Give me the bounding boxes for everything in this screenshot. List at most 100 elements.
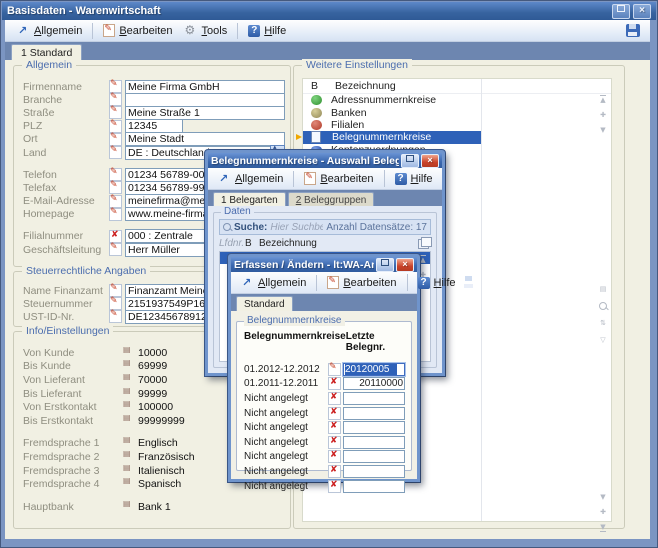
field-input[interactable]: 12345 [125, 119, 183, 133]
col-bezeichnung[interactable]: Bezeichnung [259, 238, 418, 249]
row-status-icon[interactable] [328, 407, 341, 420]
row-status-icon[interactable] [328, 465, 341, 478]
move-up-icon[interactable]: ✚ [600, 111, 606, 119]
letzte-belegnr-input[interactable] [343, 450, 405, 463]
period-label: Nicht angelegt [244, 437, 328, 448]
tree-row-label: Banken [331, 107, 367, 119]
save-icon[interactable] [626, 24, 640, 37]
info-label: Fremdsprache 3 [23, 465, 123, 477]
close-icon[interactable]: × [421, 154, 439, 168]
search-input[interactable]: Hier Suchbegriff [270, 222, 323, 233]
form-row: Ort Meine Stadt [23, 133, 285, 146]
col-lfdnr[interactable]: Lfdnr. [219, 238, 245, 249]
period-label: 01.2011-12.2011 [244, 378, 328, 389]
tree-row[interactable]: Belegnummernkreise [303, 131, 481, 143]
maximize-icon[interactable] [401, 154, 419, 168]
field-input[interactable]: 000 : Zentrale [125, 229, 213, 243]
col-letzte-belegnr: Letzte Belegnr. [346, 331, 404, 353]
field-input[interactable]: Meine Straße 1 [125, 106, 285, 120]
row-status-icon[interactable] [328, 392, 341, 405]
tree-row[interactable]: Filialen [303, 119, 481, 131]
letzte-belegnr-input[interactable] [343, 407, 405, 420]
row-status-icon[interactable] [328, 421, 341, 434]
field-status-icon[interactable] [109, 146, 122, 159]
close-icon[interactable]: × [396, 258, 414, 272]
tab-standard[interactable]: Standard [236, 296, 293, 311]
tree-row[interactable]: Banken [303, 106, 481, 118]
sort-icon[interactable]: ⇅ [600, 319, 606, 327]
tree-row[interactable]: Adressnummernkreise [303, 94, 481, 106]
menu-item[interactable]: Bearbeiten [97, 22, 178, 39]
row-status-icon[interactable] [328, 436, 341, 449]
menu-item[interactable]: Bearbeiten [298, 170, 384, 187]
field-status-icon[interactable] [109, 230, 122, 243]
field-input[interactable]: Finanzamt MeinerStadt [125, 284, 213, 298]
field-input[interactable]: 2151937549P1644 [125, 297, 213, 311]
letzte-belegnr-input[interactable] [343, 480, 405, 493]
menu-item[interactable]: Bearbeiten [321, 274, 407, 291]
info-value: Französisch [138, 451, 195, 463]
scroll-to-bottom-icon[interactable]: ▼ [600, 523, 605, 532]
field-label: Branche [23, 94, 109, 106]
letzte-belegnr-input[interactable] [343, 436, 405, 449]
field-status-icon[interactable] [109, 120, 122, 133]
letzte-belegnr-input[interactable] [343, 392, 405, 405]
menu-item[interactable]: Allgemein [212, 171, 294, 187]
field-status-icon[interactable] [109, 284, 122, 297]
letzte-belegnr-input[interactable]: 20110000 [343, 377, 405, 390]
field-input[interactable] [125, 93, 285, 107]
tab-belegarten[interactable]: 1 Belegarten [213, 192, 286, 207]
filter-icon[interactable]: ▽ [600, 336, 605, 344]
field-status-icon[interactable] [109, 93, 122, 106]
field-label: Homepage [23, 208, 109, 220]
menu-item[interactable]: Allgemein [11, 23, 93, 39]
tree-col-bezeichnung: Bezeichnung [335, 80, 396, 92]
row-status-icon[interactable] [328, 480, 341, 493]
menu-item[interactable]: Tools [179, 23, 239, 39]
maximize-icon[interactable] [376, 258, 394, 272]
row-status-icon[interactable] [328, 363, 341, 376]
field-status-icon[interactable] [109, 243, 122, 256]
col-b[interactable]: B [245, 238, 259, 249]
columns-icon[interactable]: ▤ [600, 285, 607, 293]
menu-item[interactable]: Hilfe [389, 171, 439, 187]
field-input[interactable]: Herr Müller [125, 243, 213, 257]
info-value: 99999 [138, 388, 167, 400]
menu-item[interactable]: Allgemein [235, 275, 317, 291]
row-status-icon[interactable] [328, 377, 341, 390]
column-select-icon[interactable] [418, 239, 429, 249]
tab-standard[interactable]: 1 Standard [11, 44, 82, 60]
search-bar[interactable]: Suche: Hier Suchbegriff Anzahl Datensätz… [219, 219, 431, 235]
field-status-icon[interactable] [109, 168, 122, 181]
menu-item[interactable]: Hilfe [412, 275, 462, 291]
field-input[interactable]: DE123456789123 [125, 310, 213, 324]
field-status-icon[interactable] [109, 106, 122, 119]
close-icon[interactable]: × [633, 4, 651, 19]
col-belegnummernkreise: Belegnummernkreise [244, 331, 346, 353]
field-status-icon[interactable] [109, 80, 122, 93]
scroll-to-top-icon[interactable]: ▲ [600, 95, 605, 104]
letzte-belegnr-input[interactable] [343, 465, 405, 478]
field-input[interactable]: Meine Firma GmbH [125, 80, 285, 94]
field-label: Firmenname [23, 81, 109, 93]
field-status-icon[interactable] [109, 208, 122, 221]
tab-beleggruppen[interactable]: 2 Beleggruppen [288, 192, 375, 207]
field-status-icon[interactable] [109, 181, 122, 194]
field-status-icon[interactable] [109, 133, 122, 146]
letzte-belegnr-input[interactable]: 20120005 [343, 363, 405, 376]
field-input[interactable]: Meine Stadt [125, 132, 285, 146]
field-status-icon[interactable] [109, 310, 122, 323]
menu-item-label: Hilfe [411, 173, 433, 185]
scroll-down-icon[interactable]: ▼ [600, 493, 605, 501]
letzte-belegnr-input[interactable] [343, 421, 405, 434]
field-status-icon[interactable] [109, 195, 122, 208]
field-status-icon[interactable] [109, 297, 122, 310]
add-icon[interactable]: ✚ [600, 508, 606, 516]
restore-icon[interactable] [612, 4, 630, 19]
search-icon[interactable] [599, 302, 607, 310]
period-label: Nicht angelegt [244, 451, 328, 462]
scroll-to-top-icon[interactable]: ▲ [420, 255, 425, 264]
move-down-icon[interactable]: ▼ [600, 126, 605, 134]
menu-item[interactable]: Hilfe [242, 23, 292, 39]
row-status-icon[interactable] [328, 450, 341, 463]
